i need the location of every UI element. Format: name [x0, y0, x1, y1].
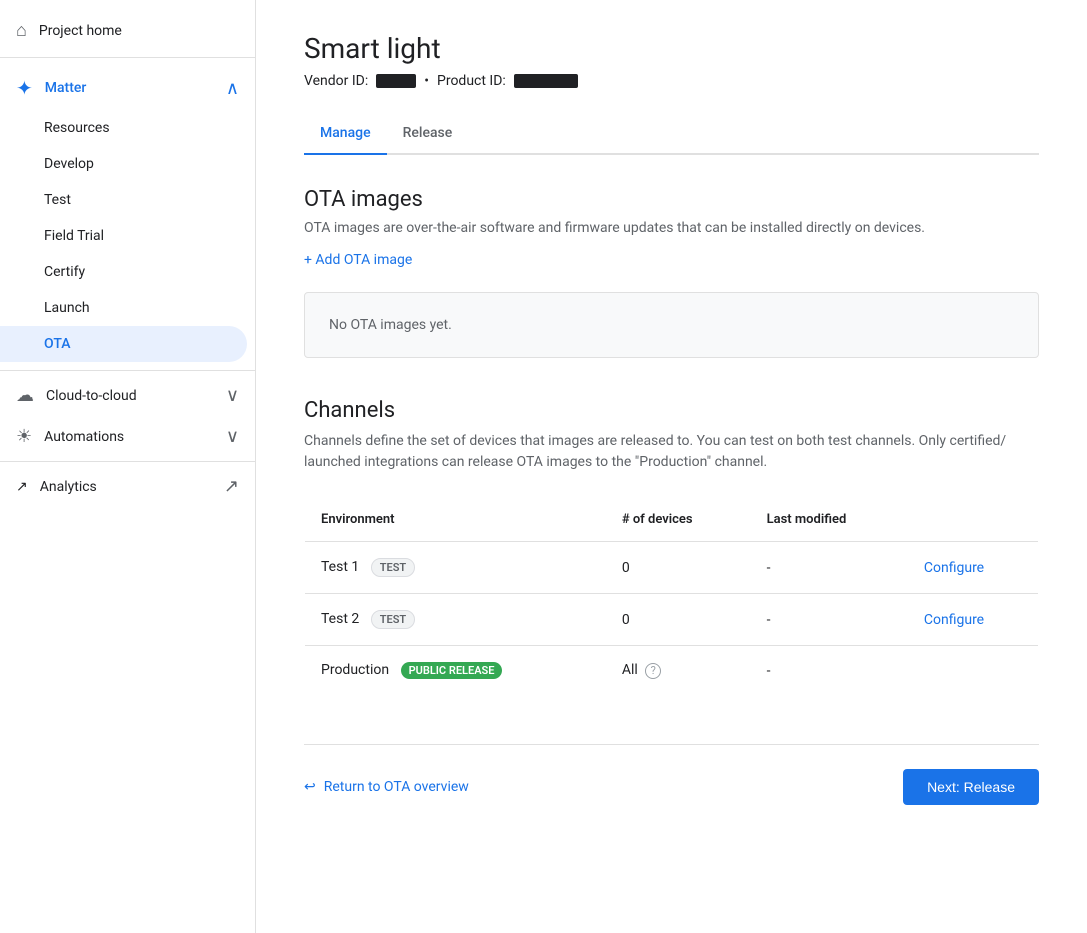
env-name: Test 1: [321, 559, 359, 575]
return-label: Return to OTA overview: [324, 779, 469, 795]
develop-label: Develop: [44, 156, 94, 172]
sidebar-divider-2: [0, 370, 255, 371]
configure-button-test1[interactable]: Configure: [924, 560, 984, 576]
status-badge: TEST: [371, 610, 415, 629]
env-name: Test 2: [321, 611, 359, 627]
col-environment: Environment: [305, 498, 606, 542]
col-action: [908, 498, 1039, 542]
return-to-ota-link[interactable]: ↩ Return to OTA overview: [304, 779, 469, 795]
status-badge: TEST: [371, 558, 415, 577]
sidebar-item-field-trial[interactable]: Field Trial: [0, 218, 247, 254]
main-content: Smart light Vendor ID: • Product ID: Man…: [256, 0, 1087, 933]
table-row: Test 1 TEST 0 - Configure: [305, 542, 1039, 594]
status-badge: PUBLIC RELEASE: [401, 662, 503, 679]
automations-label: Automations: [44, 429, 214, 445]
modified-cell: -: [751, 542, 908, 594]
vendor-product-row: Vendor ID: • Product ID:: [304, 73, 1039, 89]
sidebar-item-cloud-to-cloud[interactable]: ☁ Cloud-to-cloud ∨: [0, 375, 255, 416]
cloud-chevron-icon: ∨: [226, 385, 239, 406]
matter-section-header[interactable]: ✦ Matter ∧: [0, 66, 255, 110]
devices-cell: 0: [606, 594, 751, 646]
ota-section-description: OTA images are over-the-air software and…: [304, 220, 1039, 236]
col-last-modified: Last modified: [751, 498, 908, 542]
sidebar-item-develop[interactable]: Develop: [0, 146, 247, 182]
resources-label: Resources: [44, 120, 110, 136]
channels-table: Environment # of devices Last modified T…: [304, 497, 1039, 696]
tab-release[interactable]: Release: [387, 113, 469, 155]
table-row: Test 2 TEST 0 - Configure: [305, 594, 1039, 646]
env-cell: Test 2 TEST: [305, 594, 606, 646]
analytics-label: Analytics: [40, 479, 97, 495]
field-trial-label: Field Trial: [44, 228, 104, 244]
matter-section: ✦ Matter ∧ Resources Develop Test Field …: [0, 62, 255, 366]
product-id-label: Product ID:: [437, 73, 506, 89]
matter-icon: ✦: [16, 76, 33, 100]
modified-cell: -: [751, 646, 908, 696]
launch-label: Launch: [44, 300, 90, 316]
analytics-icon: ↗: [16, 479, 28, 495]
sidebar-divider-3: [0, 461, 255, 462]
next-release-button[interactable]: Next: Release: [903, 769, 1039, 805]
certify-label: Certify: [44, 264, 85, 280]
home-icon: ⌂: [16, 20, 27, 41]
tab-manage[interactable]: Manage: [304, 113, 387, 155]
automations-chevron-icon: ∨: [226, 426, 239, 447]
cloud-to-cloud-label: Cloud-to-cloud: [46, 388, 214, 404]
ota-label: OTA: [44, 336, 71, 352]
vendor-id-label: Vendor ID:: [304, 73, 368, 89]
action-cell: [908, 646, 1039, 696]
env-cell: Test 1 TEST: [305, 542, 606, 594]
help-icon[interactable]: ?: [645, 663, 661, 679]
sidebar-project-home[interactable]: ⌂ Project home: [0, 8, 255, 53]
devices-all: All: [622, 662, 638, 678]
col-devices: # of devices: [606, 498, 751, 542]
separator: •: [424, 73, 429, 89]
sidebar-divider: [0, 57, 255, 58]
sidebar-item-ota[interactable]: OTA: [0, 326, 247, 362]
return-icon: ↩: [304, 779, 316, 795]
footer: ↩ Return to OTA overview Next: Release: [304, 744, 1039, 805]
devices-cell: All ?: [606, 646, 751, 696]
page-title: Smart light: [304, 32, 1039, 65]
add-ota-image-link[interactable]: + Add OTA image: [304, 252, 1039, 268]
sidebar-item-automations[interactable]: ☀ Automations ∨: [0, 416, 255, 457]
sidebar-item-analytics[interactable]: ↗ Analytics ↗: [0, 466, 255, 507]
vendor-id-value: [376, 74, 416, 88]
sidebar: ⌂ Project home ✦ Matter ∧ Resources Deve…: [0, 0, 256, 933]
ota-empty-state: No OTA images yet.: [304, 292, 1039, 358]
env-name: Production: [321, 662, 389, 678]
test-label: Test: [44, 192, 71, 208]
sidebar-item-test[interactable]: Test: [0, 182, 247, 218]
channels-section-title: Channels: [304, 398, 1039, 423]
ota-section-title: OTA images: [304, 187, 1039, 212]
tabs: Manage Release: [304, 113, 1039, 155]
action-cell: Configure: [908, 542, 1039, 594]
product-id-value: [514, 74, 578, 88]
configure-button-test2[interactable]: Configure: [924, 612, 984, 628]
sidebar-item-launch[interactable]: Launch: [0, 290, 247, 326]
external-link-icon: ↗: [224, 476, 239, 497]
sidebar-item-certify[interactable]: Certify: [0, 254, 247, 290]
env-cell: Production PUBLIC RELEASE: [305, 646, 606, 696]
action-cell: Configure: [908, 594, 1039, 646]
project-home-label: Project home: [39, 23, 122, 39]
automations-icon: ☀: [16, 426, 32, 447]
matter-chevron-icon: ∧: [226, 78, 239, 99]
channels-section-description: Channels define the set of devices that …: [304, 431, 1039, 473]
cloud-icon: ☁: [16, 385, 34, 406]
modified-cell: -: [751, 594, 908, 646]
table-row: Production PUBLIC RELEASE All ? -: [305, 646, 1039, 696]
devices-cell: 0: [606, 542, 751, 594]
sidebar-item-resources[interactable]: Resources: [0, 110, 247, 146]
matter-label: Matter: [45, 80, 87, 96]
